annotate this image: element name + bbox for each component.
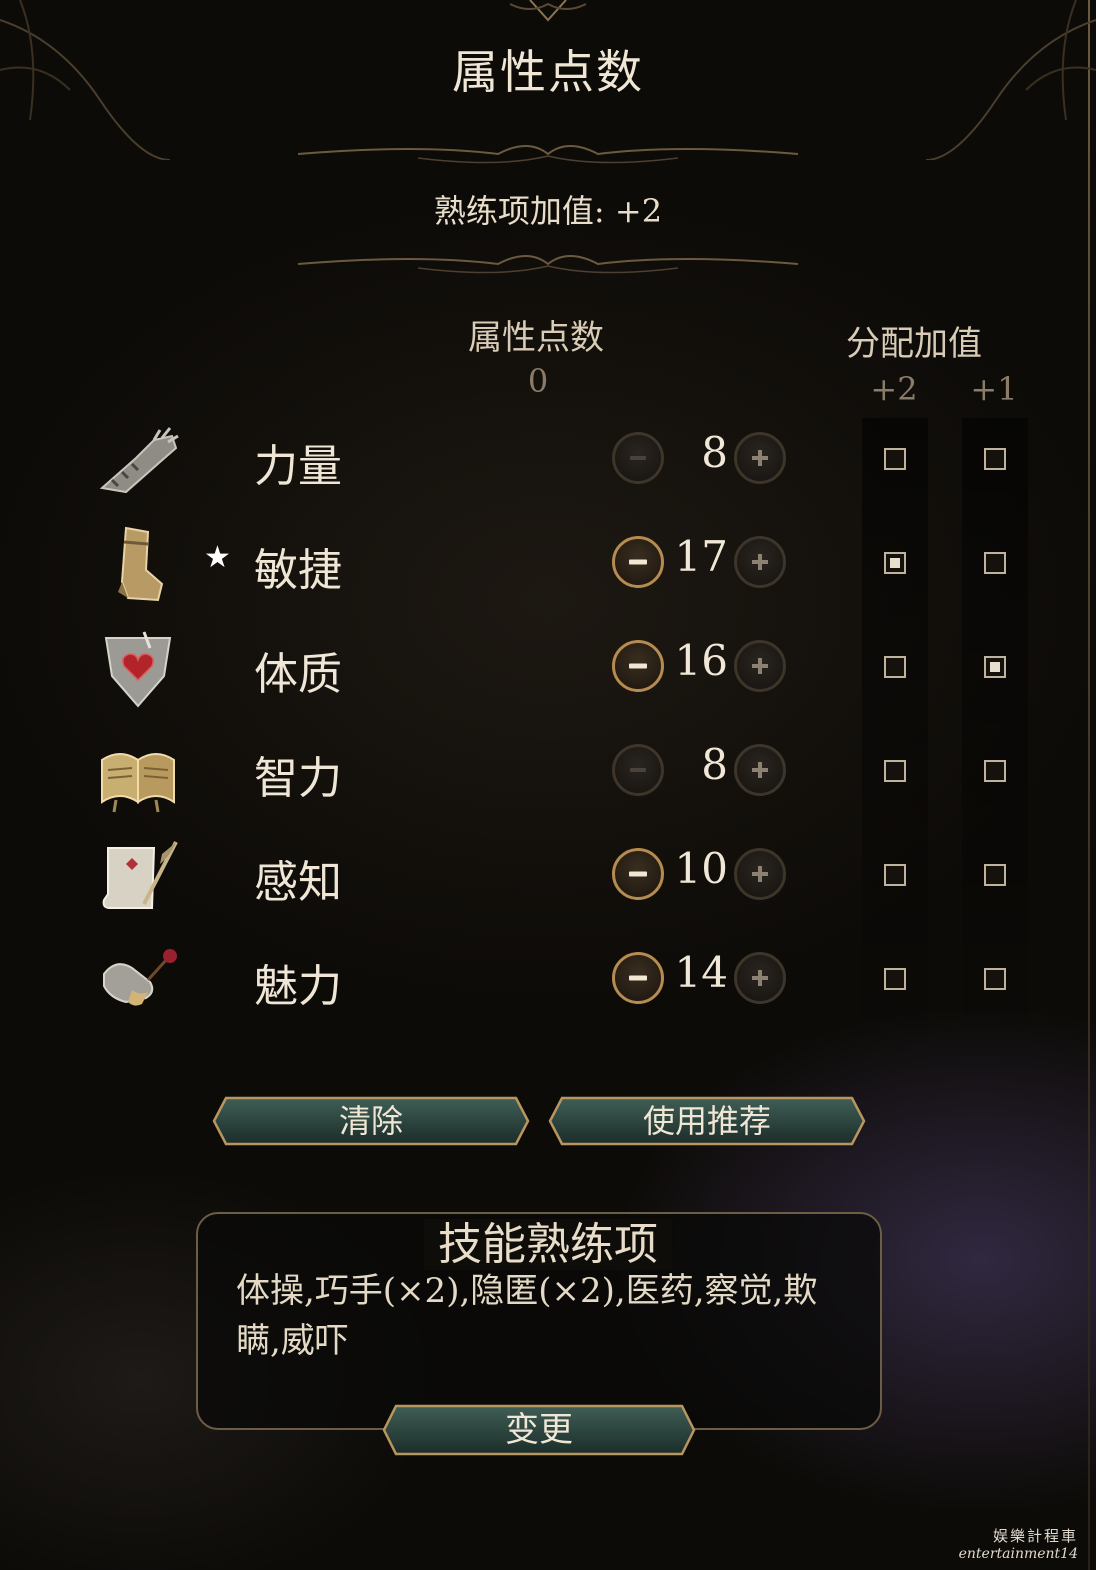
watermark-line1: 娱樂計程車 [992, 1527, 1078, 1545]
page-title: 属性点数 [452, 45, 644, 99]
points-remaining: 0 [527, 362, 549, 400]
use-recommended-label: 使用推荐 [642, 1102, 771, 1140]
plus2-checkbox[interactable] [884, 448, 906, 470]
increase-button[interactable] [734, 744, 786, 796]
plus2-checkbox[interactable] [884, 656, 906, 678]
ability-scores-panel: 属性点数 熟练项加值: +2 属性点数 0 分配加值 +2 +1 力量 8 ★ … [0, 0, 1096, 1570]
minus-icon [630, 768, 646, 772]
plus1-checkbox[interactable] [984, 968, 1006, 990]
plus2-checkbox[interactable] [884, 552, 906, 574]
scroll-quill-icon [102, 841, 178, 909]
open-book-icon [101, 753, 175, 813]
plus2-checkbox[interactable] [884, 968, 906, 990]
ability-value: 14 [674, 948, 728, 997]
plus-icon [752, 554, 768, 570]
ability-value: 17 [674, 532, 728, 581]
ability-label: 魅力 [254, 961, 342, 1012]
divider-flourish-bottom [298, 255, 798, 274]
divider-flourish-top [298, 145, 798, 164]
decrease-button[interactable] [612, 744, 664, 796]
watermark: 娱樂計程車 entertainment14 [959, 1525, 1078, 1562]
plus-icon [752, 762, 768, 778]
clear-button[interactable]: 清除 [212, 1096, 530, 1146]
ability-value: 16 [674, 636, 728, 685]
ability-row-wisdom: 感知 10 [0, 826, 1096, 926]
ability-row-intelligence: 智力 8 [0, 722, 1096, 822]
decrease-button[interactable] [612, 640, 664, 692]
ability-row-strength: 力量 8 [0, 410, 1096, 510]
clear-button-label: 清除 [338, 1102, 403, 1140]
skill-proficiencies-title: 技能熟练项 [0, 1208, 1096, 1272]
ability-label: 力量 [254, 441, 342, 492]
change-skills-label: 变更 [505, 1410, 573, 1450]
ability-row-dexterity: ★ 敏捷 17 [0, 514, 1096, 614]
ability-label: 敏捷 [254, 545, 342, 596]
top-crest-ornament [510, 0, 586, 22]
bonus-plus2-header: +2 [870, 370, 918, 408]
ability-value: 10 [674, 844, 728, 893]
plus-icon [752, 970, 768, 986]
plus-icon [752, 866, 768, 882]
plus2-checkbox[interactable] [884, 760, 906, 782]
plus1-checkbox[interactable] [984, 656, 1006, 678]
gauntlet-icon [99, 427, 179, 494]
plus-icon [752, 450, 768, 466]
plus-icon [752, 658, 768, 674]
ability-row-constitution: 体质 16 [0, 618, 1096, 718]
minus-icon [629, 559, 647, 565]
star-icon: ★ [204, 540, 231, 575]
minus-icon [629, 663, 647, 669]
minus-icon [629, 871, 647, 877]
decrease-button[interactable] [612, 536, 664, 588]
increase-button[interactable] [734, 640, 786, 692]
heart-shield-icon [104, 631, 172, 708]
increase-button[interactable] [734, 432, 786, 484]
plus1-checkbox[interactable] [984, 552, 1006, 574]
use-recommended-button[interactable]: 使用推荐 [548, 1096, 866, 1146]
ability-row-charisma: 魅力 14 [0, 930, 1096, 1030]
skill-proficiencies-list: 体操,巧手(×2),隐匿(×2),医药,察觉,欺瞒,威吓 [236, 1271, 818, 1361]
bonus-plus1-header: +1 [970, 370, 1018, 408]
decrease-button[interactable] [612, 848, 664, 900]
increase-button[interactable] [734, 952, 786, 1004]
plus2-checkbox[interactable] [884, 864, 906, 886]
plus1-checkbox[interactable] [984, 760, 1006, 782]
decrease-button[interactable] [612, 952, 664, 1004]
ability-label: 智力 [254, 753, 342, 804]
ability-value: 8 [701, 740, 728, 789]
change-skills-button[interactable]: 变更 [382, 1404, 696, 1456]
decrease-button[interactable] [612, 432, 664, 484]
increase-button[interactable] [734, 848, 786, 900]
hand-rose-icon [103, 949, 177, 1006]
points-column-header: 属性点数 [468, 318, 604, 358]
bonus-column-header: 分配加值 [846, 324, 982, 364]
watermark-line2: entertainment14 [958, 1546, 1078, 1562]
increase-button[interactable] [734, 536, 786, 588]
minus-icon [629, 975, 647, 981]
ability-label: 感知 [254, 857, 342, 908]
plus1-checkbox[interactable] [984, 864, 1006, 886]
minus-icon [630, 456, 646, 460]
ability-label: 体质 [254, 649, 342, 700]
ability-value: 8 [701, 428, 728, 477]
proficiency-bonus: 熟练项加值: +2 [433, 192, 663, 230]
plus1-checkbox[interactable] [984, 448, 1006, 470]
boot-icon [118, 526, 164, 602]
